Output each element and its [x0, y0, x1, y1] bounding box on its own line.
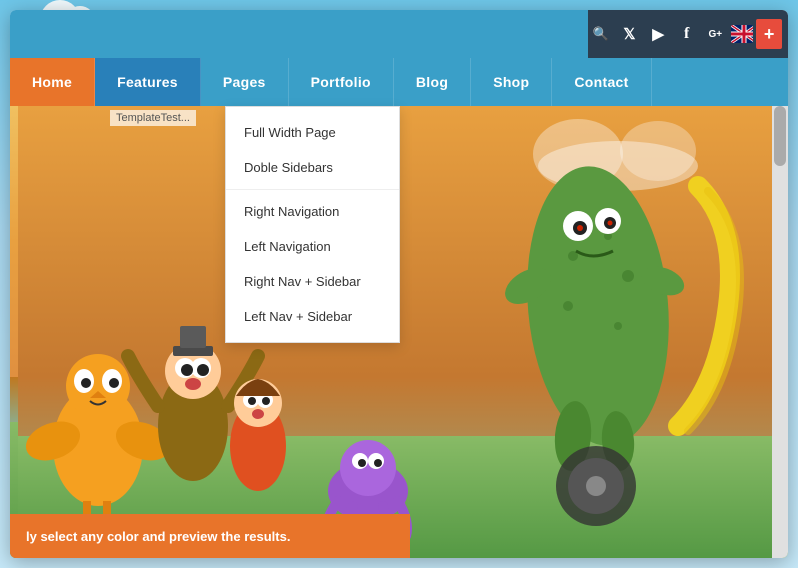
- dropdown-right-nav-sidebar[interactable]: Right Nav + Sidebar: [226, 264, 399, 299]
- hero-bottom-text: ly select any color and preview the resu…: [26, 529, 290, 544]
- features-dropdown: Full Width Page Doble Sidebars Right Nav…: [225, 106, 400, 343]
- google-plus-icon[interactable]: G+: [703, 19, 729, 49]
- dropdown-left-navigation[interactable]: Left Navigation: [226, 229, 399, 264]
- plus-button[interactable]: +: [756, 19, 782, 49]
- nav-blog[interactable]: Blog: [394, 58, 471, 106]
- scrollbar-thumb[interactable]: [774, 106, 786, 166]
- facebook-icon[interactable]: f: [674, 19, 700, 49]
- dropdown-left-nav-sidebar[interactable]: Left Nav + Sidebar: [226, 299, 399, 334]
- top-bar-right: 🔍 𝕏 ▶ f G+ +: [588, 10, 788, 58]
- hero-bottom-bar: ly select any color and preview the resu…: [10, 514, 410, 558]
- nav-features[interactable]: Features: [95, 58, 201, 106]
- dropdown-separator-1: [226, 189, 399, 190]
- scrollbar[interactable]: [772, 106, 788, 558]
- youtube-icon[interactable]: ▶: [645, 19, 671, 49]
- nav-contact[interactable]: Contact: [552, 58, 651, 106]
- top-bar: 🔍 𝕏 ▶ f G+ +: [10, 10, 788, 58]
- template-label: TemplateTest...: [110, 110, 196, 126]
- main-window: 🔍 𝕏 ▶ f G+ + Home Features Pages Portfol…: [10, 10, 788, 558]
- top-bar-left: [10, 10, 588, 58]
- search-icon[interactable]: 🔍: [588, 19, 614, 49]
- dropdown-full-width-page[interactable]: Full Width Page: [226, 115, 399, 150]
- dropdown-doble-sidebars[interactable]: Doble Sidebars: [226, 150, 399, 185]
- dropdown-right-navigation[interactable]: Right Navigation: [226, 194, 399, 229]
- nav-home[interactable]: Home: [10, 58, 95, 106]
- nav-bar: Home Features Pages Portfolio Blog Shop …: [10, 58, 788, 106]
- flag-icon[interactable]: [731, 25, 753, 43]
- nav-shop[interactable]: Shop: [471, 58, 552, 106]
- nav-pages[interactable]: Pages: [201, 58, 289, 106]
- nav-portfolio[interactable]: Portfolio: [289, 58, 394, 106]
- twitter-icon[interactable]: 𝕏: [617, 19, 643, 49]
